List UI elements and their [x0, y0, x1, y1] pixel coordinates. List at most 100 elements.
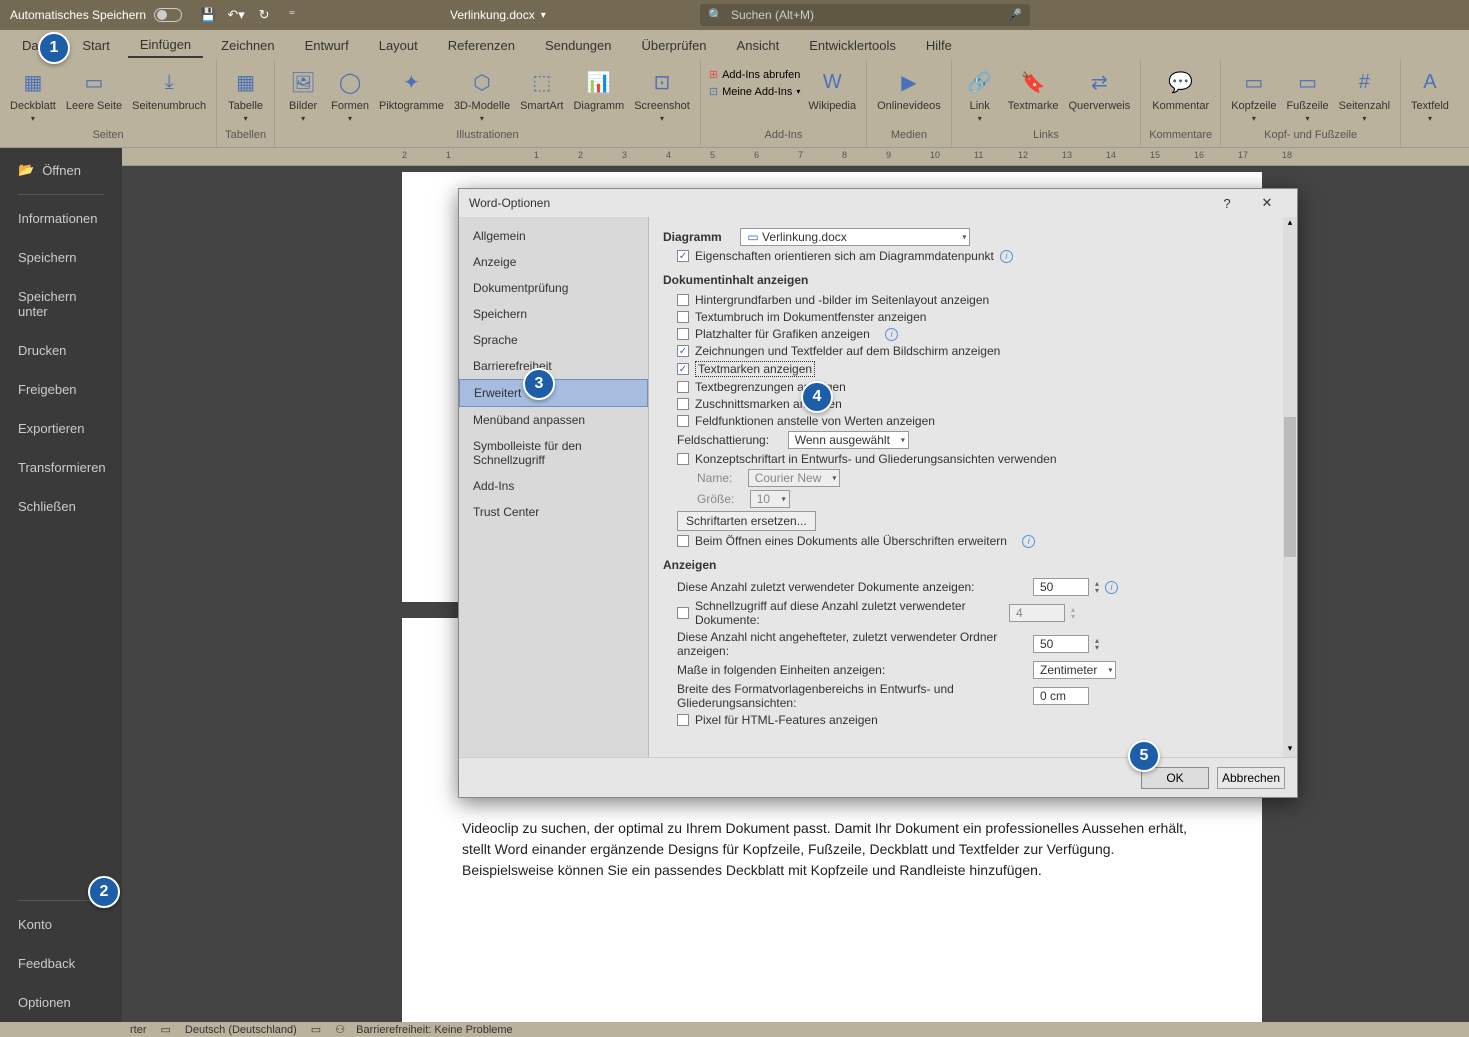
- tab-referenzen[interactable]: Referenzen: [436, 34, 527, 57]
- dialog-titlebar[interactable]: Word-Optionen ? ✕: [459, 189, 1297, 217]
- nav-allgemein[interactable]: Allgemein: [459, 223, 648, 249]
- textfeld-button[interactable]: ATextfeld▾: [1409, 64, 1451, 125]
- schriftarten-ersetzen-button[interactable]: Schriftarten ersetzen...: [677, 511, 816, 531]
- info-icon[interactable]: i: [885, 328, 898, 341]
- chk-platzhalter[interactable]: [677, 328, 689, 340]
- chk-hintergrund[interactable]: [677, 294, 689, 306]
- scroll-thumb[interactable]: [1284, 417, 1296, 557]
- querverweis-button[interactable]: ⇄Querverweis: [1066, 64, 1132, 114]
- nav-dokpruefung[interactable]: Dokumentprüfung: [459, 275, 648, 301]
- chk-eigenschaften[interactable]: [677, 250, 689, 262]
- bs-account[interactable]: Konto: [0, 905, 122, 944]
- bs-open[interactable]: 📂Öffnen: [0, 148, 122, 190]
- document-title[interactable]: Verlinkung.docx ▾: [450, 8, 546, 22]
- nav-symbolleiste[interactable]: Symbolleiste für den Schnellzugriff: [459, 433, 648, 473]
- tab-entwicklertools[interactable]: Entwicklertools: [797, 34, 908, 57]
- ruler[interactable]: 21123456789101112131415161718: [122, 148, 1469, 166]
- sb-spellcheck-icon[interactable]: ▭: [161, 1023, 171, 1036]
- chk-textmarken[interactable]: [677, 363, 689, 375]
- feldschatt-select[interactable]: Wenn ausgewählt▾: [788, 431, 909, 449]
- tab-ansicht[interactable]: Ansicht: [725, 34, 792, 57]
- seitenzahl-button[interactable]: #Seitenzahl▾: [1337, 64, 1392, 125]
- wikipedia-button[interactable]: WWikipedia: [806, 64, 858, 114]
- chk-zuschnitt[interactable]: [677, 398, 689, 410]
- bilder-button[interactable]: 🖼Bilder▾: [283, 64, 323, 125]
- scroll-down-icon[interactable]: ▾: [1283, 743, 1297, 757]
- 3d-modelle-button[interactable]: ⬡3D-Modelle▾: [452, 64, 512, 125]
- link-button[interactable]: 🔗Link▾: [960, 64, 1000, 125]
- anzahl-ordner-input[interactable]: 50: [1033, 635, 1089, 653]
- formen-button[interactable]: ◯Formen▾: [329, 64, 371, 125]
- meine-addins-button[interactable]: ⊡Meine Add-Ins▾: [709, 85, 801, 98]
- tab-entwurf[interactable]: Entwurf: [293, 34, 361, 57]
- bs-share[interactable]: Freigeben: [0, 370, 122, 409]
- bs-transform[interactable]: Transformieren: [0, 448, 122, 487]
- bs-feedback[interactable]: Feedback: [0, 944, 122, 983]
- tab-zeichnen[interactable]: Zeichnen: [209, 34, 286, 57]
- scroll-up-icon[interactable]: ▴: [1283, 217, 1297, 231]
- bs-export[interactable]: Exportieren: [0, 409, 122, 448]
- chk-pixel[interactable]: [677, 714, 689, 726]
- sb-macro-icon[interactable]: ▭: [311, 1023, 321, 1036]
- nav-speichern[interactable]: Speichern: [459, 301, 648, 327]
- close-button[interactable]: ✕: [1247, 189, 1287, 217]
- scrollbar[interactable]: ▴ ▾: [1283, 217, 1297, 757]
- piktogramme-button[interactable]: ✦Piktogramme: [377, 64, 446, 114]
- tab-einfuegen[interactable]: Einfügen: [128, 33, 203, 58]
- nav-addins[interactable]: Add-Ins: [459, 473, 648, 499]
- chk-schnellzugriff[interactable]: [677, 607, 689, 619]
- cancel-button[interactable]: Abbrechen: [1217, 767, 1285, 789]
- nav-barrierefreiheit[interactable]: Barrierefreiheit: [459, 353, 648, 379]
- info-icon[interactable]: i: [1000, 250, 1013, 263]
- nav-anzeige[interactable]: Anzeige: [459, 249, 648, 275]
- tab-ueberpruefen[interactable]: Überprüfen: [630, 34, 719, 57]
- deckblatt-button[interactable]: ▦Deckblatt▾: [8, 64, 58, 125]
- chk-feldfunkt[interactable]: [677, 415, 689, 427]
- chk-konzept[interactable]: [677, 453, 689, 465]
- search-input[interactable]: 🔍 Suchen (Alt+M) 🎤: [700, 4, 1030, 26]
- bs-options[interactable]: Optionen: [0, 983, 122, 1022]
- kommentar-button[interactable]: 💬Kommentar: [1150, 64, 1211, 114]
- bs-saveas[interactable]: Speichern unter: [0, 277, 122, 331]
- tab-sendungen[interactable]: Sendungen: [533, 34, 624, 57]
- bs-info[interactable]: Informationen: [0, 199, 122, 238]
- spinner-icon[interactable]: ▴▾: [1095, 637, 1099, 651]
- info-icon[interactable]: i: [1022, 535, 1035, 548]
- tab-layout[interactable]: Layout: [367, 34, 430, 57]
- seitenumbruch-button[interactable]: ⤓Seitenumbruch: [130, 64, 208, 114]
- fusszeile-button[interactable]: ▭Fußzeile▾: [1284, 64, 1330, 125]
- qat-more-icon[interactable]: ⁼: [284, 7, 300, 23]
- diagram-doc-select[interactable]: ▭ Verlinkung.docx ▾: [740, 228, 970, 246]
- chk-zeichnungen[interactable]: [677, 345, 689, 357]
- sb-words[interactable]: rter: [130, 1024, 147, 1036]
- mic-icon[interactable]: 🎤: [1007, 8, 1022, 22]
- screenshot-button[interactable]: ⊡Screenshot▾: [632, 64, 692, 125]
- sb-language[interactable]: Deutsch (Deutschland): [185, 1024, 297, 1036]
- nav-trustcenter[interactable]: Trust Center: [459, 499, 648, 525]
- info-icon[interactable]: i: [1105, 581, 1118, 594]
- chk-ueberschriften[interactable]: [677, 535, 689, 547]
- addins-abrufen-button[interactable]: ⊞Add-Ins abrufen: [709, 68, 801, 81]
- spinner-icon[interactable]: ▴▾: [1095, 580, 1099, 594]
- masse-select[interactable]: Zentimeter▾: [1033, 661, 1116, 679]
- tabelle-button[interactable]: ▦Tabelle▾: [226, 64, 266, 125]
- smartart-button[interactable]: ⬚SmartArt: [518, 64, 565, 114]
- breite-input[interactable]: 0 cm: [1033, 687, 1089, 705]
- onlinevideos-button[interactable]: ▶Onlinevideos: [875, 64, 943, 114]
- bs-print[interactable]: Drucken: [0, 331, 122, 370]
- redo-icon[interactable]: ↻: [256, 7, 272, 23]
- nav-menueband[interactable]: Menüband anpassen: [459, 407, 648, 433]
- leere-seite-button[interactable]: ▭Leere Seite: [64, 64, 124, 114]
- tab-start[interactable]: Start: [70, 34, 121, 57]
- chk-textumbruch[interactable]: [677, 311, 689, 323]
- autosave-toggle[interactable]: Automatisches Speichern: [10, 8, 182, 22]
- sb-a11y[interactable]: ⚇ Barrierefreiheit: Keine Probleme: [335, 1023, 512, 1036]
- diagramm-button[interactable]: 📊Diagramm: [571, 64, 626, 114]
- anzahl-docs-input[interactable]: 50: [1033, 578, 1089, 596]
- textmarke-button[interactable]: 🔖Textmarke: [1006, 64, 1061, 114]
- nav-sprache[interactable]: Sprache: [459, 327, 648, 353]
- toggle-switch[interactable]: [154, 8, 182, 22]
- help-button[interactable]: ?: [1207, 189, 1247, 217]
- tab-hilfe[interactable]: Hilfe: [914, 34, 964, 57]
- undo-icon[interactable]: ↶▾: [228, 7, 244, 23]
